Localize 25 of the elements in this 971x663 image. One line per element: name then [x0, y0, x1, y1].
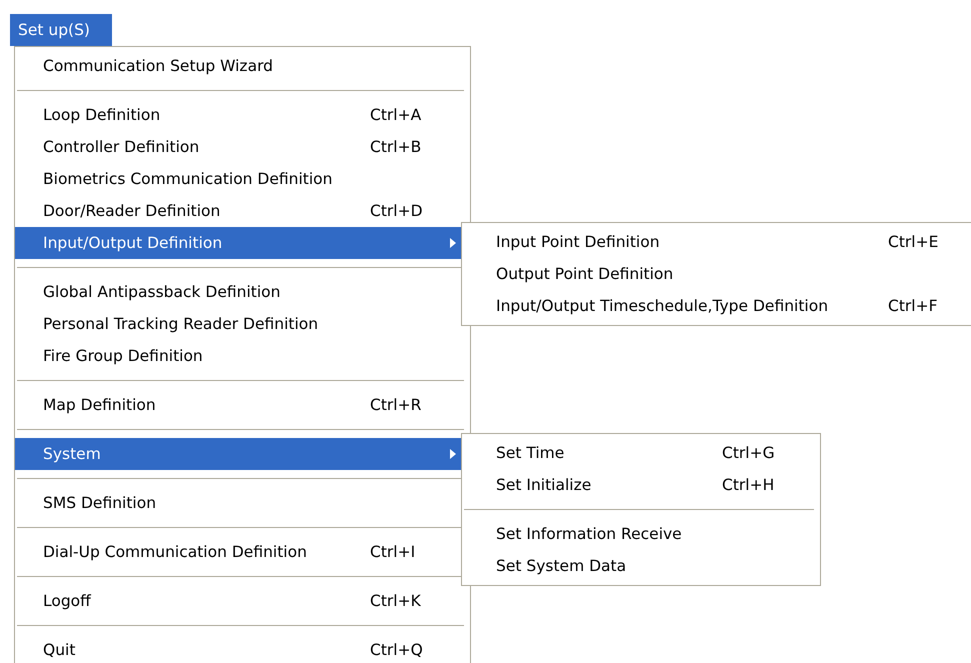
menu-item[interactable]: Loop Definition Ctrl+A	[15, 99, 462, 131]
menu-item[interactable]: Set Time Ctrl+G	[462, 437, 816, 469]
menu-item[interactable]: Logoff Ctrl+K	[15, 585, 462, 617]
submenu-arrow-icon	[450, 238, 456, 248]
menu-item[interactable]: Input/Output Timeschedule,Type Definition Ctrl+F	[462, 290, 971, 322]
menu-item[interactable]: Personal Tracking Reader Definition	[15, 308, 462, 340]
menu-item[interactable]: Output Point Definition	[462, 258, 971, 290]
menu-item[interactable]: Biometrics Communication Definition	[15, 163, 462, 195]
menu-item[interactable]: SMS Definition	[15, 487, 462, 519]
menu-item[interactable]: Set Initialize Ctrl+H	[462, 469, 816, 501]
menu-item[interactable]: Dial-Up Communication Definition Ctrl+I	[15, 536, 462, 568]
menu-item[interactable]: Set System Data	[462, 550, 816, 582]
menu-item[interactable]: Door/Reader Definition Ctrl+D	[15, 195, 462, 227]
menu-title[interactable]: Set up(S)	[10, 14, 112, 46]
menu-item[interactable]: Input Point Definition Ctrl+E	[462, 226, 971, 258]
menu-item[interactable]: Fire Group Definition	[15, 340, 462, 372]
menu-item[interactable]: Communication Setup Wizard	[15, 50, 462, 82]
menu-item[interactable]: Quit Ctrl+Q	[15, 634, 462, 663]
menu-item[interactable]: Global Antipassback Definition	[15, 276, 462, 308]
menu-item[interactable]: System	[15, 438, 462, 470]
menu-item[interactable]: Controller Definition Ctrl+B	[15, 131, 462, 163]
menu-item[interactable]: Set Information Receive	[462, 518, 816, 550]
menu-item[interactable]: Map Definition Ctrl+R	[15, 389, 462, 421]
submenu-arrow-icon	[450, 449, 456, 459]
menu-item[interactable]: Input/Output Definition	[15, 227, 462, 259]
